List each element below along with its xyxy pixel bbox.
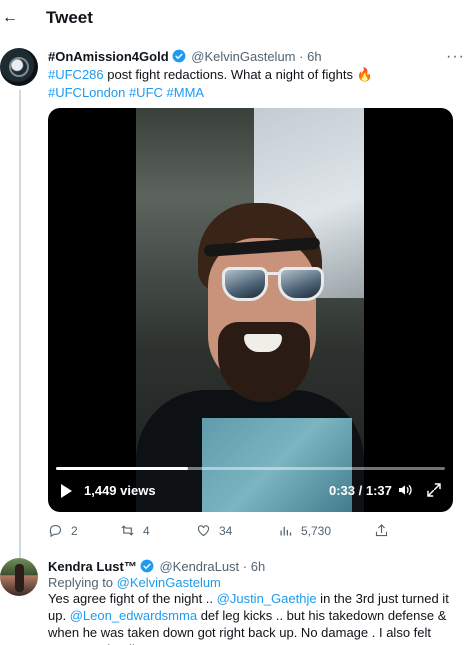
- reply-text: Yes agree fight of the night .. @Justin_…: [48, 591, 449, 645]
- hashtag-link[interactable]: #UFC: [129, 85, 163, 100]
- display-name[interactable]: #OnAmission4Gold: [48, 49, 169, 64]
- reply-avatar[interactable]: [0, 558, 38, 596]
- mention-link[interactable]: @Justin_Gaethje: [217, 591, 317, 606]
- header-bar: ← Tweet: [0, 0, 469, 38]
- arrow-left-icon[interactable]: ←: [0, 8, 20, 28]
- verified-badge-icon: [172, 49, 186, 63]
- video-view-count: 1,449 views: [84, 483, 156, 498]
- verified-badge-icon: [140, 559, 154, 573]
- views-action[interactable]: 5,730: [278, 522, 331, 540]
- retweet-icon: [121, 525, 134, 536]
- thread-connector: [19, 90, 21, 560]
- more-horizontal-icon[interactable]: ···: [446, 48, 465, 66]
- fire-emoji: 🔥: [356, 67, 373, 82]
- separator-dot: ·: [242, 559, 248, 574]
- tweet-body: post fight redactions. What a night of f…: [103, 67, 357, 82]
- video-frame[interactable]: [136, 108, 364, 512]
- hashtag-link[interactable]: #UFCLondon: [48, 85, 125, 100]
- tweet-text: #UFC286 post fight redactions. What a ni…: [48, 66, 458, 102]
- reply-count: 2: [71, 524, 78, 538]
- like-action[interactable]: 34: [196, 522, 232, 540]
- share-action[interactable]: [374, 522, 397, 540]
- hashtag-link[interactable]: #MMA: [167, 85, 205, 100]
- reply-timestamp[interactable]: 6h: [251, 559, 265, 574]
- video-player[interactable]: 1,449 views 0:33 / 1:37: [48, 108, 453, 512]
- tweet-timestamp[interactable]: 6h: [307, 49, 321, 64]
- fullscreen-icon[interactable]: [426, 482, 442, 498]
- share-icon: [375, 524, 388, 537]
- tweet-header: #OnAmission4Gold @KelvinGastelum · 6h: [48, 48, 322, 66]
- page-title: Tweet: [46, 8, 93, 27]
- sunglasses-lens-right: [278, 267, 324, 301]
- avatar[interactable]: [0, 48, 38, 86]
- mention-link[interactable]: @KelvinGastelum: [117, 575, 221, 590]
- mention-link[interactable]: @Leon_edwardsmma: [70, 608, 197, 623]
- video-progress-bar[interactable]: [56, 467, 445, 470]
- main-tweet: #OnAmission4Gold @KelvinGastelum · 6h ··…: [0, 38, 469, 560]
- video-controls: 1,449 views 0:33 / 1:37: [48, 480, 453, 502]
- reply-action[interactable]: 2: [48, 522, 78, 540]
- reply-icon: [49, 524, 62, 538]
- like-count: 34: [219, 524, 233, 538]
- reply-user-handle[interactable]: @KendraLust: [159, 559, 239, 574]
- video-timer: 0:33 / 1:37: [329, 483, 392, 498]
- volume-icon[interactable]: [397, 482, 413, 498]
- sunglasses-bridge: [266, 272, 280, 275]
- analytics-icon: [280, 526, 292, 536]
- retweet-count: 4: [143, 524, 150, 538]
- hashtag-link[interactable]: #UFC286: [48, 67, 104, 82]
- view-count: 5,730: [301, 524, 332, 538]
- separator-dot: ·: [299, 49, 304, 64]
- retweet-action[interactable]: 4: [120, 522, 150, 540]
- heart-icon: [197, 525, 210, 537]
- tweet-actions: 2 4 34 5,730: [48, 522, 453, 540]
- sunglasses-lens-left: [222, 267, 268, 301]
- video-progress-fill: [56, 467, 189, 470]
- user-handle[interactable]: @KelvinGastelum: [191, 49, 295, 64]
- reply-display-name[interactable]: Kendra Lust™: [48, 559, 137, 574]
- play-icon[interactable]: [61, 484, 72, 498]
